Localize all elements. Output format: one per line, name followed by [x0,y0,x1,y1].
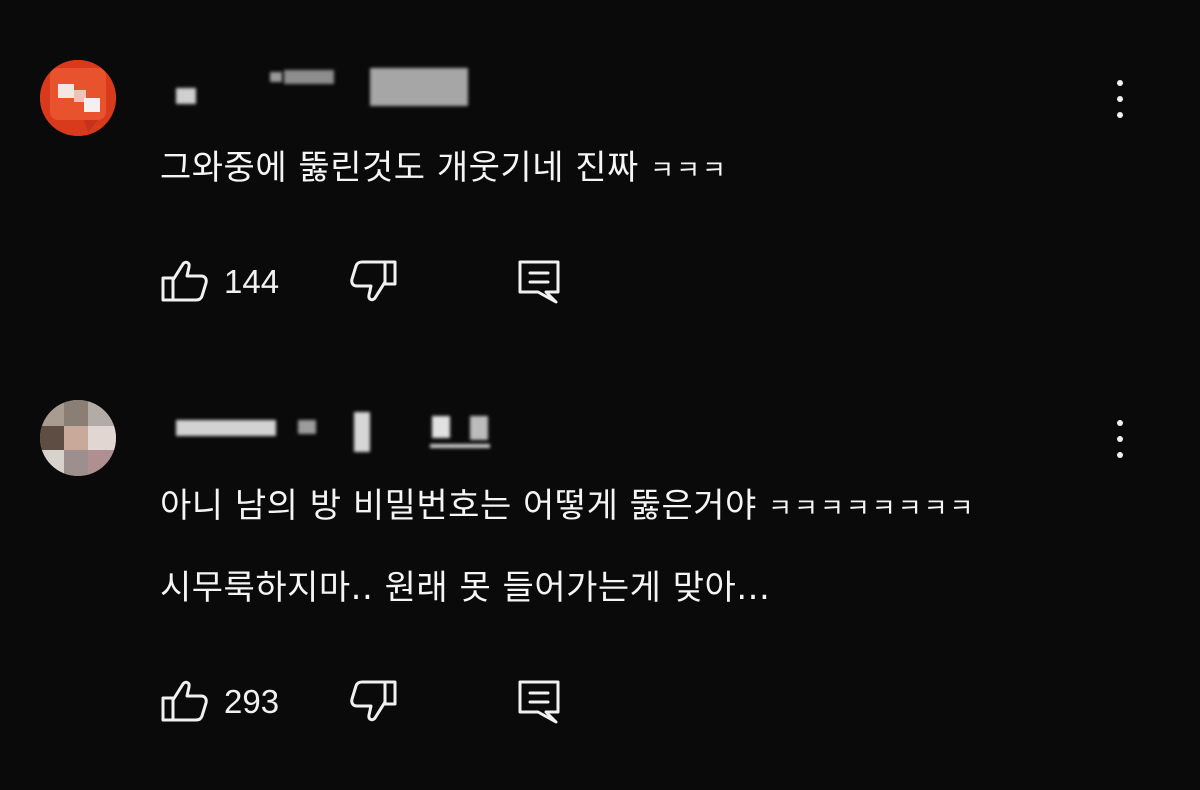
thumbs-down-icon[interactable] [348,678,398,724]
avatar[interactable] [40,400,116,476]
reply-comment-icon[interactable] [516,678,562,726]
comment-text: 시무룩하지마.. 원래 못 들어가는게 맞아... [160,568,771,608]
reply-comment-icon[interactable] [516,258,562,306]
comments-list: 그와중에 뚫린것도 개웃기네 진짜 ㅋㅋㅋ 144 아니 남의 방 비밀번호는 … [0,0,1200,790]
more-vertical-icon[interactable] [1108,78,1132,122]
comment-actions: 144 [160,258,600,306]
like-count: 293 [224,683,280,720]
like-count: 144 [224,263,280,300]
comment-text: 아니 남의 방 비밀번호는 어떻게 뚫은거야 ㅋㅋㅋㅋㅋㅋㅋㅋ [160,486,976,526]
comment-text: 그와중에 뚫린것도 개웃기네 진짜 ㅋㅋㅋ [160,148,728,188]
thumbs-down-icon[interactable] [348,258,398,304]
username-redacted[interactable] [160,66,520,116]
thumbs-up-icon[interactable] [160,678,210,724]
username-redacted[interactable] [160,410,520,460]
avatar[interactable] [40,60,116,136]
thumbs-up-icon[interactable] [160,258,210,304]
more-vertical-icon[interactable] [1108,418,1132,462]
comment-actions: 293 [160,678,600,726]
